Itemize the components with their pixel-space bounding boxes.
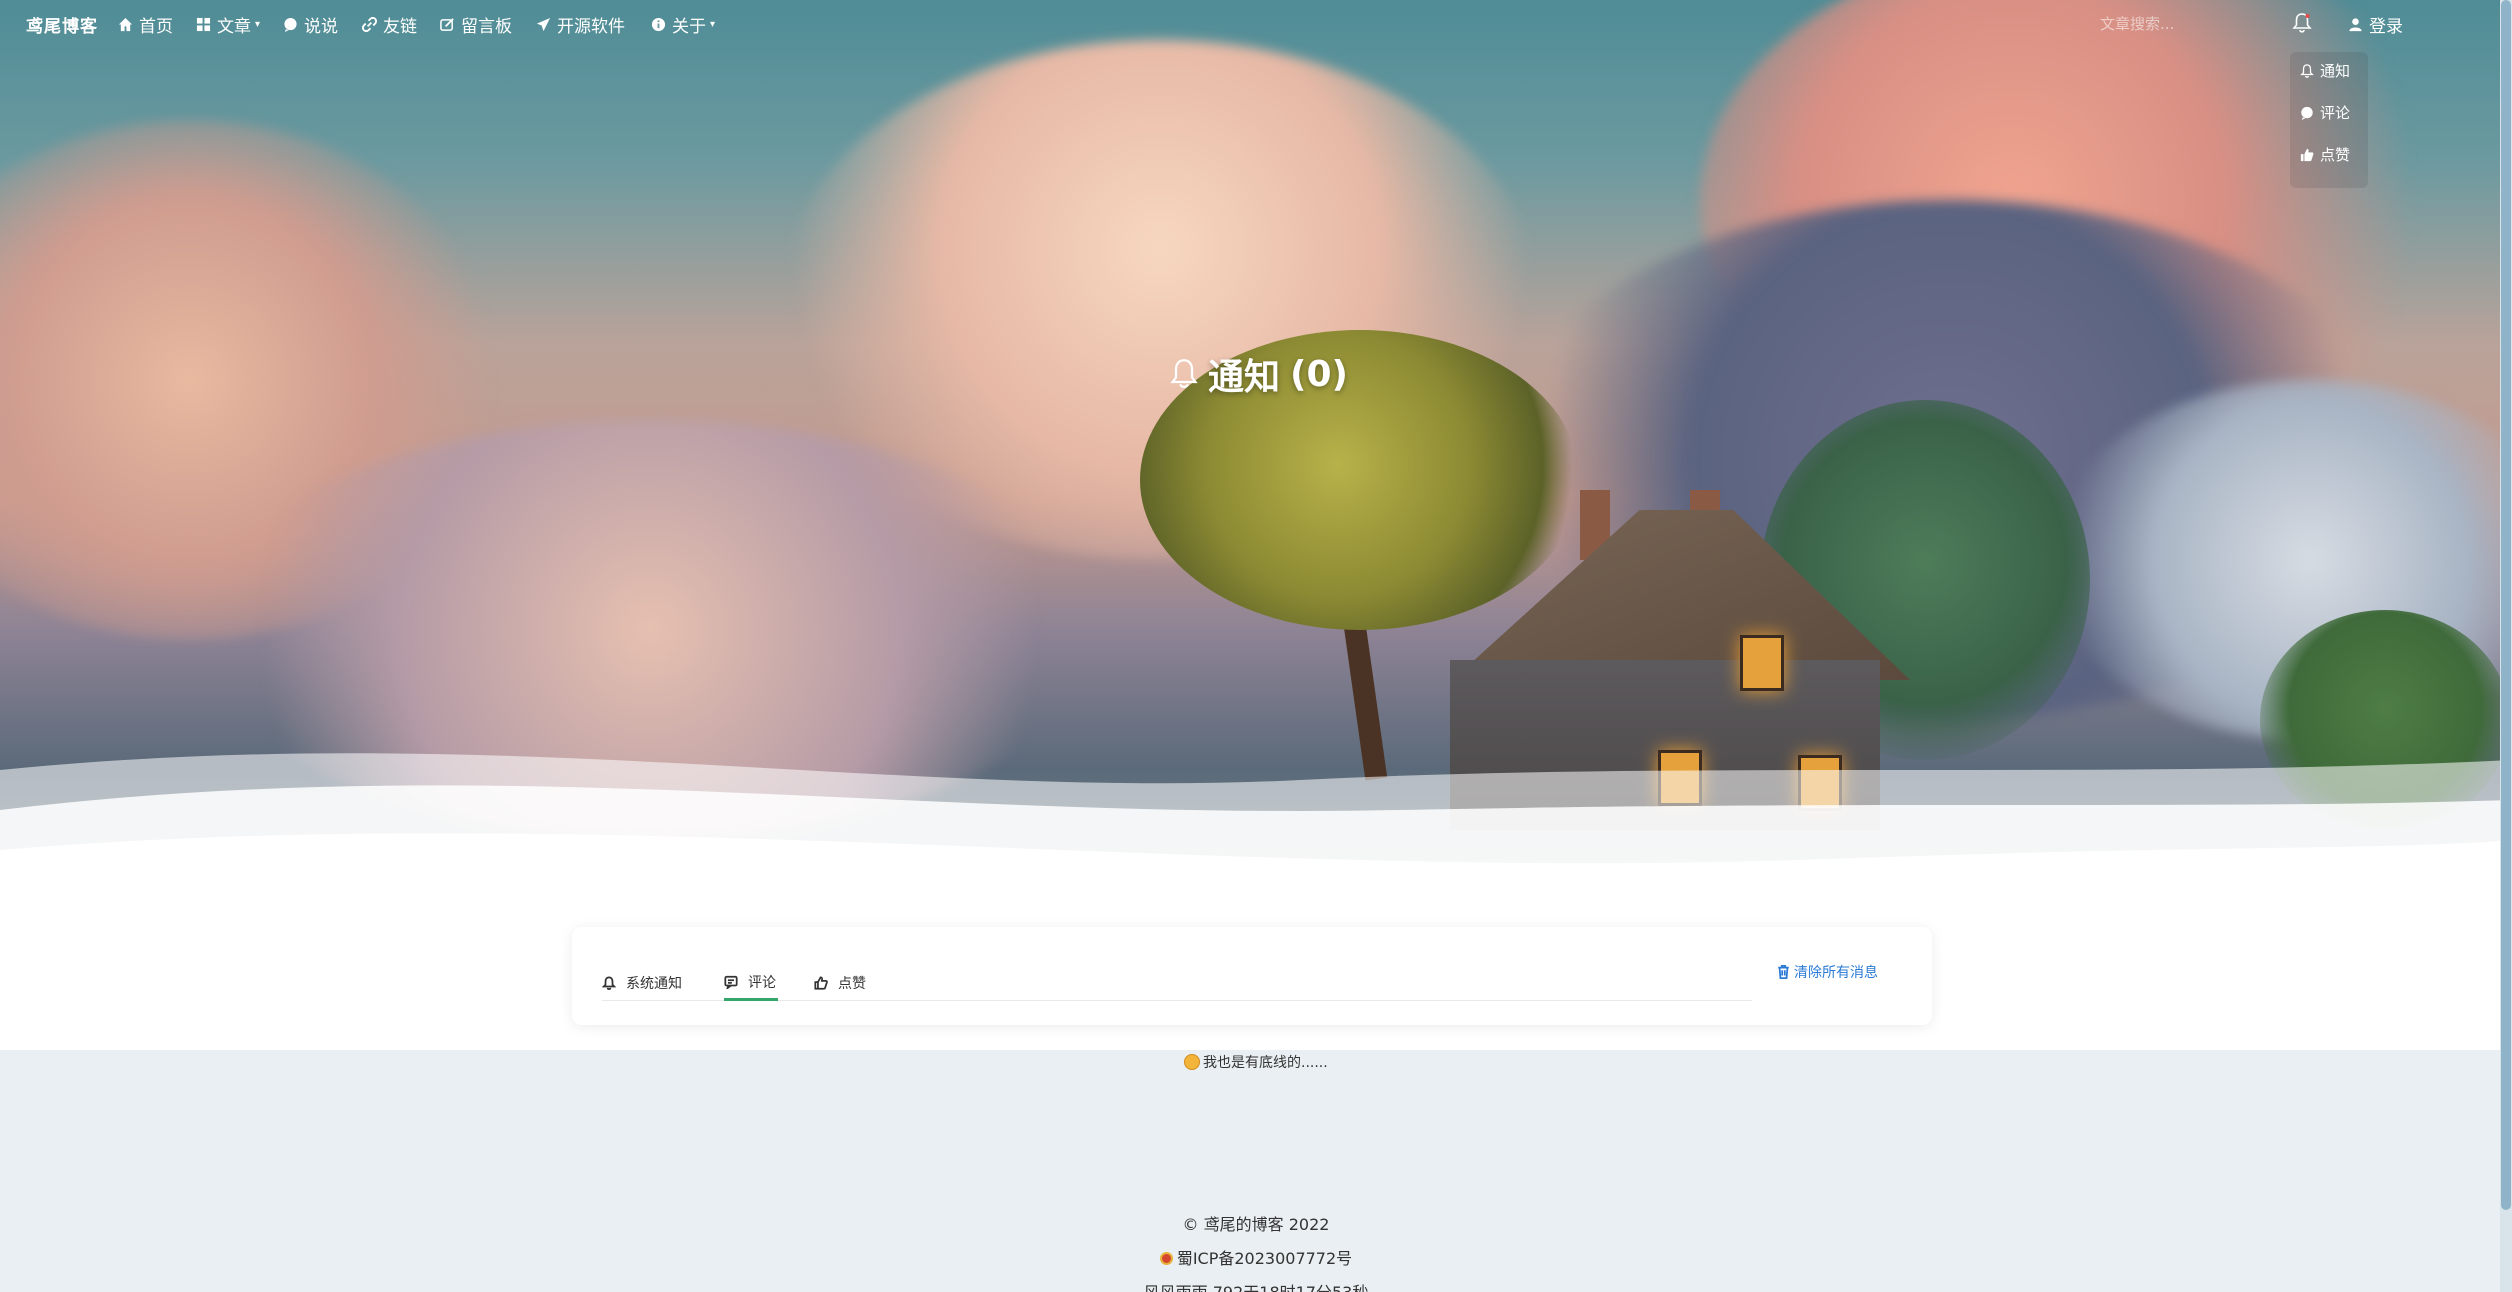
grid-icon	[196, 17, 211, 32]
trash-icon	[1778, 965, 1789, 979]
nav-label: 友链	[383, 17, 417, 37]
nav-label: 留言板	[461, 17, 512, 37]
dropdown-item-comment[interactable]: 评论	[2300, 102, 2350, 123]
comment-icon	[2301, 106, 2313, 120]
nav-item-links[interactable]: 友链	[362, 12, 417, 37]
nav-item-guestbook[interactable]: 留言板	[440, 12, 512, 37]
tab-label: 评论	[748, 974, 776, 991]
end-of-list-message: 我也是有底线的......	[1184, 1052, 1328, 1072]
tab-comment[interactable]: 评论	[724, 965, 778, 1001]
chevron-down-icon: ▾	[255, 19, 261, 30]
house-window	[1740, 635, 1784, 691]
tab-system-notice[interactable]: 系统通知	[602, 965, 682, 1001]
icp-link[interactable]: 蜀ICP备2023007772号	[1177, 1249, 1352, 1268]
bell-icon	[2300, 63, 2314, 78]
chat-icon	[284, 17, 297, 32]
chevron-down-icon: ▾	[710, 19, 716, 30]
comment-icon	[724, 975, 738, 989]
footer-icp: 蜀ICP备2023007772号	[0, 1245, 2512, 1269]
login-button[interactable]: 登录	[2348, 12, 2403, 37]
end-of-list-text: 我也是有底线的......	[1203, 1055, 1328, 1071]
nav-item-articles[interactable]: 文章 ▾	[196, 12, 260, 37]
send-icon	[536, 17, 551, 32]
message-board-icon	[440, 18, 454, 31]
page-title: 通知 (0)	[1170, 346, 1350, 402]
house-roof	[1452, 510, 1910, 680]
nav-item-about[interactable]: 关于 ▾	[651, 12, 715, 37]
dropdown-item-notice[interactable]: 通知	[2300, 60, 2350, 81]
notification-dropdown: 通知 评论 点赞	[2290, 52, 2368, 188]
nav-item-open-source[interactable]: 开源软件	[536, 12, 625, 37]
hero-banner: 通知 (0)	[0, 0, 2512, 905]
tab-label: 点赞	[838, 976, 866, 992]
emblem-icon	[1159, 1252, 1173, 1265]
clear-all-label: 清除所有消息	[1794, 965, 1878, 981]
clear-all-messages-button[interactable]: 清除所有消息	[1777, 962, 1878, 982]
tab-like[interactable]: 点赞	[814, 965, 866, 1001]
footer-uptime: 风风雨雨 792天18时17分53秒	[0, 1279, 2512, 1292]
dropdown-label: 点赞	[2320, 146, 2351, 164]
thumbs-up-icon	[814, 976, 828, 990]
tab-label: 系统通知	[626, 976, 682, 992]
bell-icon	[1170, 359, 1198, 388]
info-icon	[651, 17, 666, 32]
nav-label: 关于	[672, 17, 706, 37]
nav-label: 开源软件	[557, 17, 625, 37]
hero-wave	[0, 753, 2512, 905]
link-icon	[362, 17, 377, 32]
scrollbar-thumb[interactable]	[2501, 0, 2511, 1210]
top-navbar: 鸢尾博客 首页 文章 ▾ 说说 友链 留言板 开源软件 关于 ▾ 登录	[0, 0, 2512, 48]
thumbs-up-icon	[2300, 148, 2314, 161]
notification-card: 系统通知 评论 点赞 清除所有消息	[572, 927, 1932, 1025]
site-logo[interactable]: 鸢尾博客	[26, 12, 98, 37]
nav-label: 首页	[139, 17, 173, 37]
login-label: 登录	[2369, 17, 2403, 37]
nav-item-moments[interactable]: 说说	[283, 12, 338, 37]
notification-tabs: 系统通知 评论 点赞	[602, 965, 1752, 1001]
page-title-count: (0)	[1290, 353, 1348, 395]
page-title-text: 通知	[1208, 357, 1281, 398]
dropdown-label: 评论	[2320, 104, 2351, 122]
nav-label: 文章	[217, 17, 251, 37]
footer-copyright: © 鸢尾的博客 2022	[1182, 1215, 1330, 1234]
dropdown-item-like[interactable]: 点赞	[2300, 144, 2350, 165]
nav-item-home[interactable]: 首页	[118, 12, 173, 37]
nav-label: 说说	[304, 17, 338, 37]
home-icon	[118, 17, 133, 32]
notification-bell-icon[interactable]	[2292, 12, 2312, 34]
bell-icon	[602, 976, 616, 990]
search-input[interactable]	[2100, 12, 2260, 36]
grinning-emoji-icon	[1184, 1054, 1200, 1070]
user-icon	[2349, 18, 2362, 32]
dropdown-label: 通知	[2320, 62, 2351, 80]
